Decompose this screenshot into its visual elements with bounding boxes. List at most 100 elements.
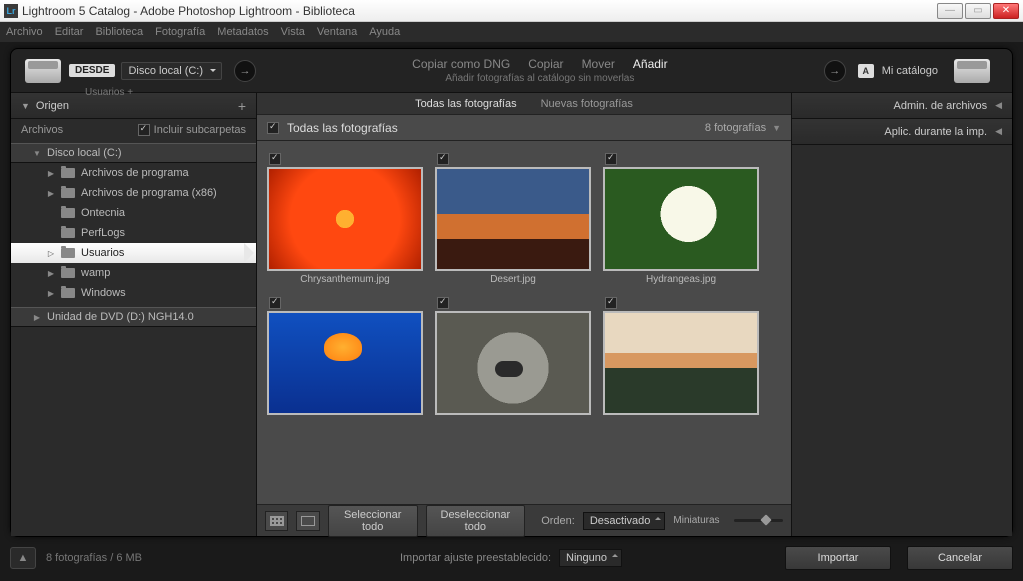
- source-drive-select[interactable]: Disco local (C:): [121, 62, 222, 80]
- photo-thumbnail[interactable]: [435, 167, 591, 271]
- tree-label: Windows: [81, 287, 126, 299]
- import-top-strip: DESDE Disco local (C:) Usuarios + → Copi…: [11, 49, 1012, 93]
- tree-folder[interactable]: ▶wamp: [11, 263, 256, 283]
- import-mode[interactable]: Copiar como DNG: [412, 57, 510, 71]
- import-mode-active[interactable]: Añadir: [633, 57, 668, 71]
- tree-folder-selected[interactable]: ▷Usuarios: [11, 243, 256, 263]
- tree-folder[interactable]: PerfLogs: [11, 223, 256, 243]
- menu-item[interactable]: Archivo: [6, 26, 43, 38]
- menu-item[interactable]: Metadatos: [217, 26, 268, 38]
- photo-thumbnail[interactable]: [603, 311, 759, 415]
- window-maximize-button[interactable]: ▭: [965, 3, 991, 19]
- grid-view-button[interactable]: [265, 511, 288, 531]
- photo-checkbox[interactable]: [605, 153, 617, 165]
- hdd-icon: [954, 59, 990, 83]
- tab-new-photos[interactable]: Nuevas fotografías: [541, 98, 633, 110]
- dest-arrow-button[interactable]: →: [824, 60, 846, 82]
- tree-label: Archivos de programa (x86): [81, 187, 217, 199]
- source-panel-header[interactable]: ▼ Origen +: [11, 93, 256, 119]
- panel-title: Aplic. durante la imp.: [884, 126, 987, 138]
- thumbnail-size-slider[interactable]: [734, 519, 784, 522]
- photo-filename: Hydrangeas.jpg: [603, 271, 759, 289]
- photo-checkbox[interactable]: [437, 297, 449, 309]
- photo-checkbox[interactable]: [605, 297, 617, 309]
- chevron-down-icon[interactable]: ▼: [772, 123, 781, 133]
- chevron-right-icon: ▶: [47, 169, 55, 178]
- hdd-icon: [25, 59, 61, 83]
- photo-thumbnail[interactable]: [267, 167, 423, 271]
- photo-thumbnail[interactable]: [603, 167, 759, 271]
- folder-icon: [61, 268, 75, 278]
- folder-icon: [61, 288, 75, 298]
- menu-item[interactable]: Fotografía: [155, 26, 205, 38]
- chevron-right-icon: ▶: [47, 269, 55, 278]
- select-all-button[interactable]: Seleccionar todo: [328, 505, 418, 537]
- chevron-left-icon: ◀: [995, 126, 1002, 137]
- photo-checkbox[interactable]: [437, 153, 449, 165]
- tree-label: Unidad de DVD (D:) NGH14.0: [47, 311, 194, 323]
- menu-item[interactable]: Ventana: [317, 26, 357, 38]
- folder-icon: [61, 208, 75, 218]
- checkmark-icon: [138, 124, 150, 136]
- menu-item[interactable]: Biblioteca: [95, 26, 143, 38]
- window-minimize-button[interactable]: —: [937, 3, 963, 19]
- file-handling-panel-header[interactable]: Admin. de archivos ◀: [792, 93, 1012, 119]
- loupe-icon: [301, 516, 315, 526]
- chevron-down-icon: ▼: [33, 149, 41, 158]
- photo-filename: Chrysanthemum.jpg: [267, 271, 423, 289]
- photo-filename: Desert.jpg: [435, 271, 591, 289]
- sort-label: Orden:: [541, 515, 575, 527]
- import-button[interactable]: Importar: [785, 546, 891, 570]
- photo-thumbnail[interactable]: [267, 311, 423, 415]
- select-all-checkbox[interactable]: [267, 122, 279, 134]
- apply-during-import-panel-header[interactable]: Aplic. durante la imp. ◀: [792, 119, 1012, 145]
- files-label: Archivos: [21, 124, 63, 136]
- photo-filename: [603, 415, 759, 433]
- preset-select[interactable]: Ninguno: [559, 549, 622, 567]
- grid-icon: [270, 516, 284, 526]
- cancel-button[interactable]: Cancelar: [907, 546, 1013, 570]
- import-mode[interactable]: Mover: [582, 57, 615, 71]
- tree-folder[interactable]: ▶ Archivos de programa: [11, 163, 256, 183]
- loupe-view-button[interactable]: [296, 511, 319, 531]
- folder-icon: [61, 168, 75, 178]
- tree-folder[interactable]: ▶ Windows: [11, 283, 256, 303]
- panel-title: Admin. de archivos: [894, 100, 988, 112]
- app-icon: Lr: [4, 4, 18, 18]
- menu-item[interactable]: Vista: [281, 26, 305, 38]
- tree-dvd-drive[interactable]: ▶ Unidad de DVD (D:) NGH14.0: [11, 307, 256, 327]
- source-badge: DESDE: [69, 64, 115, 77]
- include-subfolders-checkbox[interactable]: Incluir subcarpetas: [138, 124, 246, 136]
- tree-drive-root[interactable]: ▼ Disco local (C:): [11, 143, 256, 163]
- tab-all-photos[interactable]: Todas las fotografías: [415, 98, 517, 110]
- deselect-all-button[interactable]: Deseleccionar todo: [426, 505, 526, 537]
- tree-label: Usuarios: [81, 247, 124, 259]
- tree-folder[interactable]: Ontecnia: [11, 203, 256, 223]
- photo-filename: [267, 415, 423, 433]
- chevron-right-icon: ▶: [47, 289, 55, 298]
- window-titlebar: Lr Lightroom 5 Catalog - Adobe Photoshop…: [0, 0, 1023, 22]
- import-status: 8 fotografías / 6 MB: [46, 552, 142, 564]
- window-close-button[interactable]: ✕: [993, 3, 1019, 19]
- tree-label: Archivos de programa: [81, 167, 189, 179]
- dest-key-icon: A: [858, 64, 874, 78]
- preset-label: Importar ajuste preestablecido:: [400, 552, 551, 564]
- include-subfolders-label: Incluir subcarpetas: [154, 124, 246, 136]
- photo-thumbnail[interactable]: [435, 311, 591, 415]
- photo-checkbox[interactable]: [269, 153, 281, 165]
- folder-tree: ▼ Disco local (C:) ▶Archivos de programa…: [11, 141, 256, 536]
- import-mode-hint: Añadir fotografías al catálogo sin mover…: [268, 73, 812, 84]
- chevron-right-icon: ▶: [33, 313, 41, 322]
- menu-item[interactable]: Ayuda: [369, 26, 400, 38]
- sort-select[interactable]: Desactivado: [583, 512, 666, 530]
- tree-folder[interactable]: ▶Archivos de programa (x86): [11, 183, 256, 203]
- source-arrow-button[interactable]: →: [234, 60, 256, 82]
- import-mode[interactable]: Copiar: [528, 57, 563, 71]
- source-subpath[interactable]: Usuarios +: [85, 87, 133, 98]
- expand-panel-button[interactable]: ▲: [10, 547, 36, 569]
- dest-label[interactable]: Mi catálogo: [882, 65, 938, 77]
- add-source-icon[interactable]: +: [238, 98, 246, 114]
- menu-item[interactable]: Editar: [55, 26, 84, 38]
- window-title: Lightroom 5 Catalog - Adobe Photoshop Li…: [22, 4, 355, 18]
- photo-checkbox[interactable]: [269, 297, 281, 309]
